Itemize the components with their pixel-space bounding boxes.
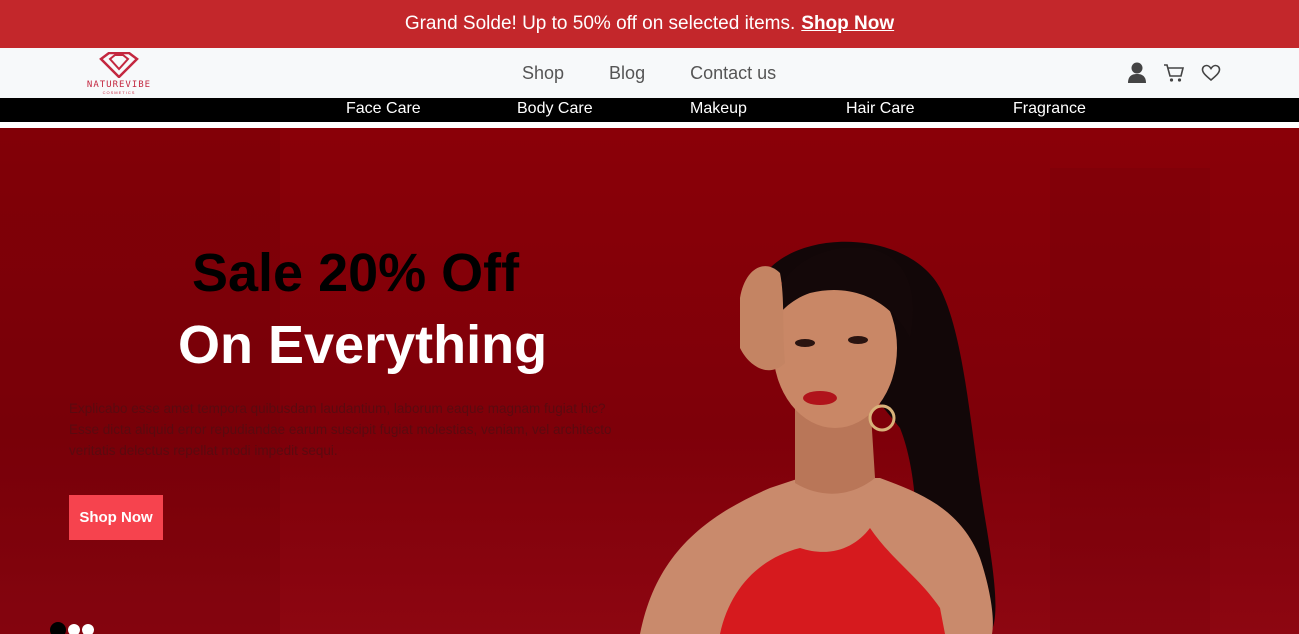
nav-contact[interactable]: Contact us (690, 63, 776, 84)
nav-shop[interactable]: Shop (522, 63, 564, 84)
promo-shop-now-link[interactable]: Shop Now (801, 13, 894, 35)
hero-texture (0, 128, 280, 634)
logo-tagline: COSMETICS (102, 90, 136, 95)
hero-description: Explicabo esse amet tempora quibusdam la… (69, 401, 612, 458)
carousel-dot[interactable] (50, 622, 66, 634)
diamond-logo-icon (99, 52, 139, 78)
hero-title-line1: Sale 20% Off (192, 243, 520, 303)
hero-title-line2: On Everything (178, 315, 548, 375)
user-icon[interactable] (1127, 62, 1147, 89)
category-fragrance[interactable]: Fragrance (1013, 100, 1086, 118)
site-header: NATUREVIBE COSMETICS Shop Blog Contact u… (0, 48, 1299, 98)
promo-text: Grand Solde! Up to 50% off on selected i… (404, 13, 796, 34)
cart-icon[interactable] (1163, 63, 1185, 88)
logo[interactable]: NATUREVIBE COSMETICS (80, 52, 158, 96)
category-makeup[interactable]: Makeup (690, 100, 747, 118)
logo-brand-name: NATUREVIBE (86, 80, 152, 90)
category-body-care[interactable]: Body Care (517, 100, 593, 118)
hero-texture (1050, 168, 1210, 634)
main-nav: Shop Blog Contact us (522, 48, 821, 98)
carousel-dots (50, 622, 94, 634)
carousel-dot[interactable] (68, 624, 80, 634)
promo-banner: Grand Solde! Up to 50% off on selected i… (0, 0, 1299, 48)
hero-banner: Sale 20% Off On Everything Explicabo ess… (0, 128, 1299, 634)
nav-blog[interactable]: Blog (609, 63, 645, 84)
hero-shop-now-button[interactable]: Shop Now (69, 495, 163, 540)
model-image (640, 241, 996, 634)
category-hair-care[interactable]: Hair Care (846, 100, 914, 118)
heart-icon[interactable] (1201, 64, 1221, 87)
header-icons (1127, 62, 1221, 89)
carousel-dot[interactable] (82, 624, 94, 634)
category-bar: Face Care Body Care Makeup Hair Care Fra… (0, 98, 1299, 122)
category-face-care[interactable]: Face Care (346, 100, 421, 118)
